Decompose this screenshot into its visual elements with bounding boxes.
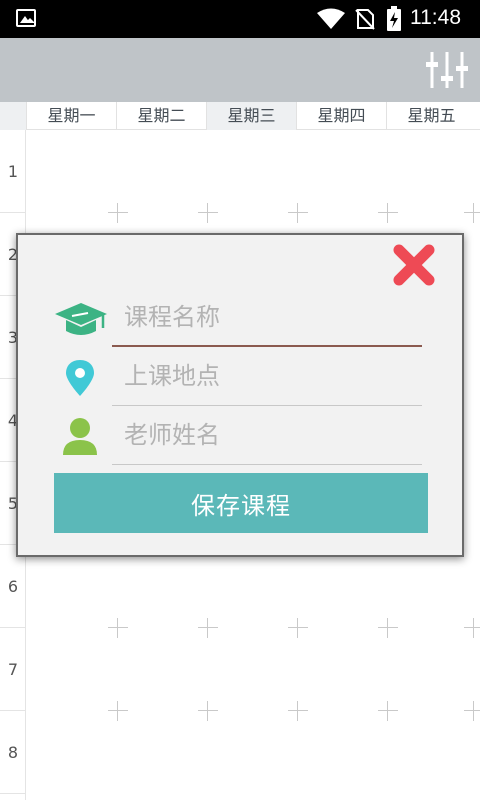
course-name-underline: [112, 345, 422, 347]
day-header-fri: 星期五: [386, 102, 476, 130]
grid-plus-icon[interactable]: [464, 701, 480, 721]
battery-charging-icon: [387, 6, 401, 31]
grid-plus-icon[interactable]: [198, 618, 218, 638]
grid-plus-icon[interactable]: [288, 701, 308, 721]
time-slot-number: 7: [7, 660, 19, 679]
grid-plus-icon[interactable]: [198, 203, 218, 223]
teacher-underline: [112, 464, 422, 465]
grid-plus-icon[interactable]: [464, 203, 480, 223]
location-input[interactable]: [112, 356, 420, 396]
location-underline: [112, 405, 422, 406]
grid-plus-icon[interactable]: [464, 618, 480, 638]
time-slot: 1: [0, 130, 26, 213]
status-time: 11:48: [410, 6, 461, 29]
no-sim-icon: [355, 9, 375, 30]
graduation-cap-icon: [55, 303, 107, 335]
header-corner: [0, 102, 26, 130]
add-course-dialog: 保存课程: [16, 233, 464, 557]
grid-plus-icon[interactable]: [108, 701, 128, 721]
grid-plus-icon[interactable]: [198, 701, 218, 721]
grid-plus-icon[interactable]: [378, 203, 398, 223]
grid-plus-icon[interactable]: [378, 618, 398, 638]
grid-plus-icon[interactable]: [108, 618, 128, 638]
grid-plus-icon[interactable]: [108, 203, 128, 223]
time-slot: 6: [0, 545, 26, 628]
teacher-input[interactable]: [112, 415, 420, 455]
time-slot-number: 8: [7, 743, 19, 762]
time-slot-number: 6: [7, 577, 19, 596]
location-pin-icon: [66, 360, 94, 396]
status-bar: 11:48: [0, 0, 480, 38]
week-header: 星期一 星期二 星期三 星期四 星期五: [0, 102, 480, 130]
toolbar: [0, 38, 480, 102]
grid-plus-icon[interactable]: [288, 203, 308, 223]
grid-plus-icon[interactable]: [288, 618, 308, 638]
close-icon[interactable]: [390, 241, 438, 289]
day-header-tue: 星期二: [116, 102, 206, 130]
save-course-button[interactable]: 保存课程: [54, 473, 428, 533]
screen: 11:48 星期一 星期二 星期三 星期四 星期五 1 2 3 4 5 6 7 …: [0, 0, 480, 800]
day-header-thu: 星期四: [296, 102, 386, 130]
location-field: [54, 350, 424, 406]
gallery-icon: [16, 9, 36, 27]
wifi-icon: [317, 8, 345, 29]
grid-plus-icon[interactable]: [378, 701, 398, 721]
day-header-mon: 星期一: [26, 102, 116, 130]
person-icon: [63, 418, 97, 455]
time-slot: 7: [0, 628, 26, 711]
time-slot: 8: [0, 711, 26, 794]
teacher-field: [54, 409, 424, 465]
course-name-input[interactable]: [112, 297, 420, 337]
course-name-field: [54, 291, 424, 347]
time-slot-number: 1: [7, 162, 19, 181]
sliders-icon[interactable]: [424, 50, 470, 90]
day-header-wed: 星期三: [206, 102, 296, 130]
